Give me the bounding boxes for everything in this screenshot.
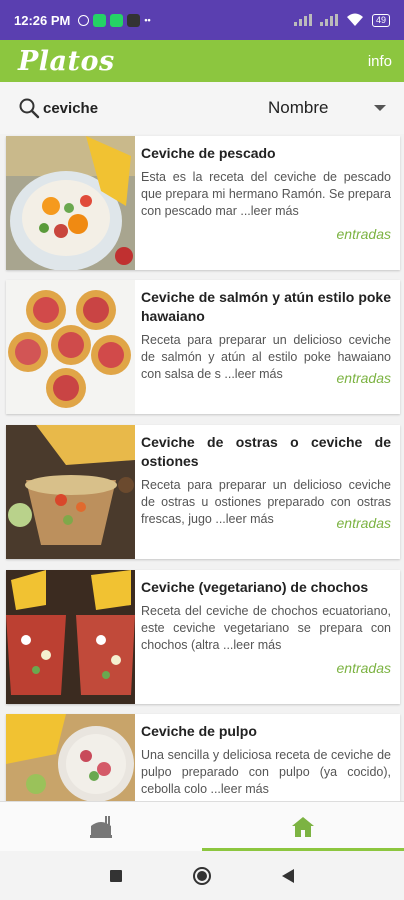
info-button[interactable]: info <box>368 53 392 70</box>
wifi-icon <box>346 13 363 26</box>
recipe-image <box>6 714 135 801</box>
search-row: ceviche Nombre <box>0 82 404 134</box>
recipe-title: Ceviche de pescado <box>141 145 276 161</box>
system-nav-bar <box>0 851 404 900</box>
whatsapp-icon <box>93 13 107 27</box>
status-time: 12:26 PM <box>14 12 71 28</box>
recipe-card[interactable]: Ceviche de ostras o ceviche de ostiones … <box>6 425 400 559</box>
recipe-card[interactable]: Ceviche (vegetariano) de chochos Receta … <box>6 570 400 704</box>
dish-icon <box>90 815 112 838</box>
signal-icon <box>319 14 338 26</box>
recipe-category[interactable]: entradas <box>337 660 391 676</box>
recipe-image <box>6 425 135 559</box>
recipe-image <box>6 280 135 414</box>
notification-icons: •• <box>78 13 151 27</box>
recipe-card[interactable]: Ceviche de salmón y atún estilo poke haw… <box>6 280 400 414</box>
search-input[interactable]: ceviche <box>43 100 98 117</box>
app-title: Platos <box>18 45 115 77</box>
nav-home-tab[interactable] <box>202 802 404 851</box>
recipe-title: Ceviche de salmón y atún estilo poke haw… <box>141 289 391 324</box>
mute-icon <box>78 14 90 26</box>
recipe-description[interactable]: Una sencilla y deliciosa receta de cevic… <box>141 747 391 798</box>
recent-apps-icon[interactable] <box>110 869 122 882</box>
dropdown-arrow-icon <box>374 105 386 111</box>
recipe-description[interactable]: Receta del ceviche de chochos ecuatorian… <box>141 603 391 654</box>
recipe-card[interactable]: Ceviche de pulpo Una sencilla y delicios… <box>6 714 400 801</box>
app-bar: Platos info <box>0 40 404 82</box>
recipe-list[interactable]: Ceviche de pescado Esta es la receta del… <box>0 134 404 801</box>
sort-selected-value: Nombre <box>268 98 329 117</box>
home-icon <box>292 816 314 837</box>
nav-dishes-tab[interactable] <box>0 802 202 851</box>
recipe-category[interactable]: entradas <box>337 226 391 242</box>
sort-dropdown[interactable]: Nombre <box>268 98 390 118</box>
battery-icon: 49 <box>371 13 390 27</box>
status-bar: 12:26 PM •• 49 <box>0 0 404 40</box>
recipe-image <box>6 136 135 270</box>
recipe-title: Ceviche de ostras o ceviche de ostiones <box>141 434 391 469</box>
recipe-category[interactable]: entradas <box>337 370 391 386</box>
more-notifications-icon: •• <box>144 14 151 25</box>
app-notification-icon <box>127 13 141 27</box>
recipe-card[interactable]: Ceviche de pescado Esta es la receta del… <box>6 136 400 270</box>
recipe-title: Ceviche (vegetariano) de chochos <box>141 579 369 595</box>
signal-icon <box>293 14 312 26</box>
recipe-category[interactable]: entradas <box>337 515 391 531</box>
bottom-nav <box>0 801 404 851</box>
back-icon[interactable] <box>282 868 294 883</box>
home-circle-icon[interactable] <box>192 866 212 886</box>
recipe-description[interactable]: Esta es la receta del ceviche de pescado… <box>141 169 391 220</box>
recipe-title: Ceviche de pulpo <box>141 723 257 739</box>
recipe-image <box>6 570 135 704</box>
search-icon <box>18 97 40 119</box>
whatsapp-icon <box>110 13 124 27</box>
